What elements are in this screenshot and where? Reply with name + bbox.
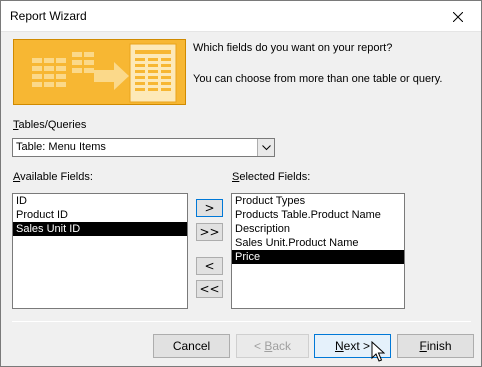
tables-queries-dropdown[interactable]: Table: Menu Items	[12, 138, 275, 157]
wizard-hint: You can choose from more than one table …	[193, 73, 443, 85]
report-wizard-illustration	[13, 39, 186, 105]
back-label: ack	[272, 339, 292, 353]
report-wizard-window: Report Wizard Which fields do you want o…	[0, 0, 482, 367]
available-field-item[interactable]: ID	[13, 194, 187, 208]
selected-fields-label: Selected Fields:	[232, 171, 310, 183]
selected-fields-list[interactable]: Product Types Products Table.Product Nam…	[231, 193, 405, 309]
close-icon[interactable]	[435, 1, 481, 32]
available-label-text: vailable Fields:	[20, 171, 93, 183]
tables-queries-value: Table: Menu Items	[16, 141, 106, 153]
back-access-key: B	[264, 339, 273, 353]
finish-label: inish	[426, 339, 452, 353]
selected-label-text: elected Fields:	[239, 171, 311, 183]
tables-label-text: ables/Queries	[18, 119, 87, 131]
mouse-pointer-icon	[371, 341, 385, 362]
selected-field-item[interactable]: Product Types	[232, 194, 404, 208]
finish-button[interactable]: Finish	[397, 334, 474, 358]
wizard-question: Which fields do you want on your report?	[193, 42, 393, 54]
footer-divider	[12, 321, 471, 322]
next-label: ext >	[343, 339, 371, 353]
add-field-button[interactable]: >	[196, 199, 223, 217]
tables-queries-label: Tables/Queries	[13, 119, 86, 131]
available-fields-list[interactable]: ID Product ID Sales Unit ID	[12, 193, 188, 309]
remove-all-fields-button[interactable]: <<	[196, 280, 223, 298]
cancel-button[interactable]: Cancel	[153, 334, 230, 358]
remove-field-button[interactable]: <	[196, 257, 223, 275]
back-prefix: <	[253, 339, 265, 353]
selected-field-item[interactable]: Description	[232, 222, 404, 236]
available-field-item[interactable]: Product ID	[13, 208, 187, 222]
window-title: Report Wizard	[10, 9, 87, 23]
next-access-key: N	[334, 339, 344, 353]
selected-field-item[interactable]: Products Table.Product Name	[232, 208, 404, 222]
selected-field-item[interactable]: Sales Unit.Product Name	[232, 236, 404, 250]
finish-access-key: F	[419, 339, 427, 353]
back-button[interactable]: < Back	[236, 334, 309, 358]
add-all-fields-button[interactable]: >>	[196, 223, 223, 241]
chevron-down-icon[interactable]	[257, 139, 274, 156]
selected-field-item-selected[interactable]: Price	[232, 250, 404, 264]
title-bar: Report Wizard	[1, 1, 481, 32]
available-fields-label: Available Fields:	[13, 171, 93, 183]
available-field-item-selected[interactable]: Sales Unit ID	[13, 222, 187, 236]
